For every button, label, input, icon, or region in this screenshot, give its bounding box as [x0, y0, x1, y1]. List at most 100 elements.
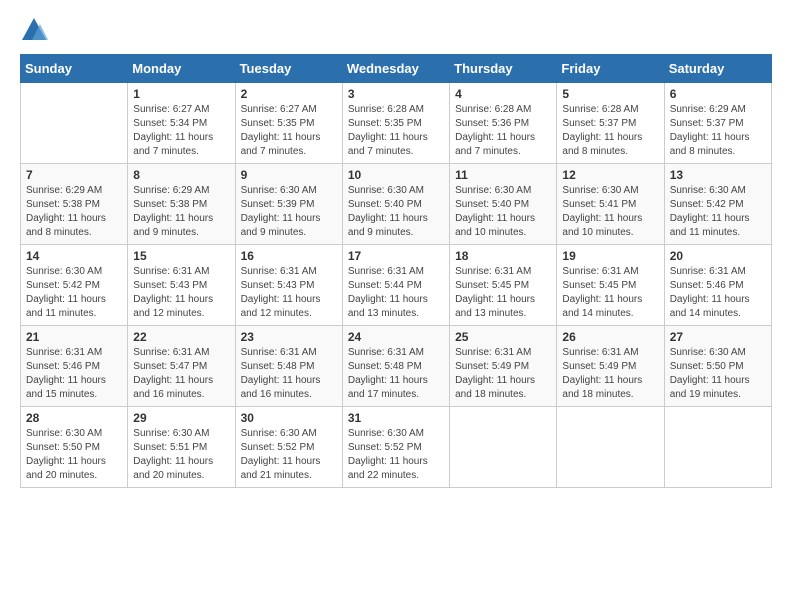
day-number: 2 [241, 87, 337, 101]
calendar-cell: 24 Sunrise: 6:31 AM Sunset: 5:48 PM Dayli… [342, 326, 449, 407]
day-info: Sunrise: 6:28 AM Sunset: 5:37 PM Dayligh… [562, 103, 658, 159]
calendar-week-row: 14 Sunrise: 6:30 AM Sunset: 5:42 PM Dayli… [21, 245, 772, 326]
calendar-cell: 16Sunrise: 6:31 AM Sunset: 5:43 PM Dayli… [235, 245, 342, 326]
day-info: Sunrise: 6:31 AM Sunset: 5:43 PM Dayligh… [133, 265, 229, 321]
day-number: 20 [670, 249, 766, 263]
weekday-header-row: SundayMondayTuesdayWednesdayThursdayFrid… [21, 55, 772, 83]
day-info: Sunrise: 6:31 AM Sunset: 5:47 PM Dayligh… [133, 346, 229, 402]
weekday-header: Sunday [21, 55, 128, 83]
day-info: Sunrise: 6:31 AM Sunset: 5:45 PM Dayligh… [562, 265, 658, 321]
weekday-header: Saturday [664, 55, 771, 83]
calendar-cell: 29Sunrise: 6:30 AM Sunset: 5:51 PM Dayli… [128, 407, 235, 488]
day-info: Sunrise: 6:28 AM Sunset: 5:36 PM Dayligh… [455, 103, 551, 159]
day-number: 23 [241, 330, 337, 344]
calendar-cell [21, 83, 128, 164]
day-number: 15 [133, 249, 229, 263]
day-number: 19 [562, 249, 658, 263]
day-number: 1 [133, 87, 229, 101]
calendar-cell: 14 Sunrise: 6:30 AM Sunset: 5:42 PM Dayli… [21, 245, 128, 326]
calendar-cell: 13 Sunrise: 6:30 AM Sunset: 5:42 PM Dayli… [664, 164, 771, 245]
day-number: 22 [133, 330, 229, 344]
calendar-cell: 30 Sunrise: 6:30 AM Sunset: 5:52 PM Dayli… [235, 407, 342, 488]
calendar-cell: 31 Sunrise: 6:30 AM Sunset: 5:52 PM Dayli… [342, 407, 449, 488]
day-number: 10 [348, 168, 444, 182]
day-info: Sunrise: 6:31 AM Sunset: 5:44 PM Dayligh… [348, 265, 444, 321]
day-info: Sunrise: 6:30 AM Sunset: 5:40 PM Dayligh… [348, 184, 444, 240]
day-number: 9 [241, 168, 337, 182]
calendar-cell: 27 Sunrise: 6:30 AM Sunset: 5:50 PM Dayli… [664, 326, 771, 407]
day-info: Sunrise: 6:30 AM Sunset: 5:50 PM Dayligh… [26, 427, 122, 483]
day-info: Sunrise: 6:30 AM Sunset: 5:42 PM Dayligh… [670, 184, 766, 240]
day-info: Sunrise: 6:31 AM Sunset: 5:46 PM Dayligh… [26, 346, 122, 402]
weekday-header: Wednesday [342, 55, 449, 83]
calendar-cell: 26Sunrise: 6:31 AM Sunset: 5:49 PM Dayli… [557, 326, 664, 407]
day-number: 8 [133, 168, 229, 182]
day-info: Sunrise: 6:27 AM Sunset: 5:34 PM Dayligh… [133, 103, 229, 159]
day-info: Sunrise: 6:31 AM Sunset: 5:46 PM Dayligh… [670, 265, 766, 321]
calendar-cell: 3Sunrise: 6:28 AM Sunset: 5:35 PM Daylig… [342, 83, 449, 164]
calendar-cell: 25 Sunrise: 6:31 AM Sunset: 5:49 PM Dayli… [450, 326, 557, 407]
calendar-cell: 2 Sunrise: 6:27 AM Sunset: 5:35 PM Daylig… [235, 83, 342, 164]
day-number: 21 [26, 330, 122, 344]
calendar-cell: 18Sunrise: 6:31 AM Sunset: 5:45 PM Dayli… [450, 245, 557, 326]
calendar-cell [450, 407, 557, 488]
calendar-cell: 12 Sunrise: 6:30 AM Sunset: 5:41 PM Dayli… [557, 164, 664, 245]
day-number: 30 [241, 411, 337, 425]
day-number: 27 [670, 330, 766, 344]
calendar-cell: 4 Sunrise: 6:28 AM Sunset: 5:36 PM Daylig… [450, 83, 557, 164]
logo [20, 16, 52, 44]
calendar-week-row: 21 Sunrise: 6:31 AM Sunset: 5:46 PM Dayli… [21, 326, 772, 407]
day-number: 6 [670, 87, 766, 101]
day-number: 12 [562, 168, 658, 182]
calendar-cell: 17Sunrise: 6:31 AM Sunset: 5:44 PM Dayli… [342, 245, 449, 326]
day-info: Sunrise: 6:30 AM Sunset: 5:42 PM Dayligh… [26, 265, 122, 321]
day-number: 28 [26, 411, 122, 425]
calendar-cell: 10 Sunrise: 6:30 AM Sunset: 5:40 PM Dayli… [342, 164, 449, 245]
day-number: 16 [241, 249, 337, 263]
day-number: 24 [348, 330, 444, 344]
calendar-table: SundayMondayTuesdayWednesdayThursdayFrid… [20, 54, 772, 488]
day-number: 11 [455, 168, 551, 182]
day-info: Sunrise: 6:27 AM Sunset: 5:35 PM Dayligh… [241, 103, 337, 159]
calendar-cell: 8 Sunrise: 6:29 AM Sunset: 5:38 PM Daylig… [128, 164, 235, 245]
day-number: 4 [455, 87, 551, 101]
day-info: Sunrise: 6:30 AM Sunset: 5:41 PM Dayligh… [562, 184, 658, 240]
day-info: Sunrise: 6:30 AM Sunset: 5:50 PM Dayligh… [670, 346, 766, 402]
weekday-header: Tuesday [235, 55, 342, 83]
weekday-header: Thursday [450, 55, 557, 83]
calendar-week-row: 7Sunrise: 6:29 AM Sunset: 5:38 PM Daylig… [21, 164, 772, 245]
day-info: Sunrise: 6:31 AM Sunset: 5:49 PM Dayligh… [455, 346, 551, 402]
day-number: 25 [455, 330, 551, 344]
day-number: 3 [348, 87, 444, 101]
calendar-cell: 21 Sunrise: 6:31 AM Sunset: 5:46 PM Dayli… [21, 326, 128, 407]
logo-icon [20, 16, 48, 44]
day-number: 13 [670, 168, 766, 182]
header [20, 16, 772, 44]
weekday-header: Monday [128, 55, 235, 83]
day-info: Sunrise: 6:30 AM Sunset: 5:40 PM Dayligh… [455, 184, 551, 240]
calendar-week-row: 1 Sunrise: 6:27 AM Sunset: 5:34 PM Daylig… [21, 83, 772, 164]
day-info: Sunrise: 6:31 AM Sunset: 5:48 PM Dayligh… [348, 346, 444, 402]
day-number: 31 [348, 411, 444, 425]
page: SundayMondayTuesdayWednesdayThursdayFrid… [0, 0, 792, 612]
day-number: 14 [26, 249, 122, 263]
day-info: Sunrise: 6:30 AM Sunset: 5:52 PM Dayligh… [348, 427, 444, 483]
calendar-week-row: 28 Sunrise: 6:30 AM Sunset: 5:50 PM Dayli… [21, 407, 772, 488]
calendar-cell: 7Sunrise: 6:29 AM Sunset: 5:38 PM Daylig… [21, 164, 128, 245]
day-number: 29 [133, 411, 229, 425]
calendar-cell: 1 Sunrise: 6:27 AM Sunset: 5:34 PM Daylig… [128, 83, 235, 164]
calendar-cell: 15 Sunrise: 6:31 AM Sunset: 5:43 PM Dayli… [128, 245, 235, 326]
day-info: Sunrise: 6:30 AM Sunset: 5:52 PM Dayligh… [241, 427, 337, 483]
calendar-cell: 19 Sunrise: 6:31 AM Sunset: 5:45 PM Dayli… [557, 245, 664, 326]
calendar-cell [664, 407, 771, 488]
calendar-cell: 22 Sunrise: 6:31 AM Sunset: 5:47 PM Dayli… [128, 326, 235, 407]
calendar-cell: 20 Sunrise: 6:31 AM Sunset: 5:46 PM Dayli… [664, 245, 771, 326]
day-info: Sunrise: 6:30 AM Sunset: 5:39 PM Dayligh… [241, 184, 337, 240]
calendar-cell: 9 Sunrise: 6:30 AM Sunset: 5:39 PM Daylig… [235, 164, 342, 245]
calendar-cell [557, 407, 664, 488]
weekday-header: Friday [557, 55, 664, 83]
day-number: 26 [562, 330, 658, 344]
day-number: 18 [455, 249, 551, 263]
calendar-cell: 28 Sunrise: 6:30 AM Sunset: 5:50 PM Dayli… [21, 407, 128, 488]
day-info: Sunrise: 6:29 AM Sunset: 5:38 PM Dayligh… [133, 184, 229, 240]
